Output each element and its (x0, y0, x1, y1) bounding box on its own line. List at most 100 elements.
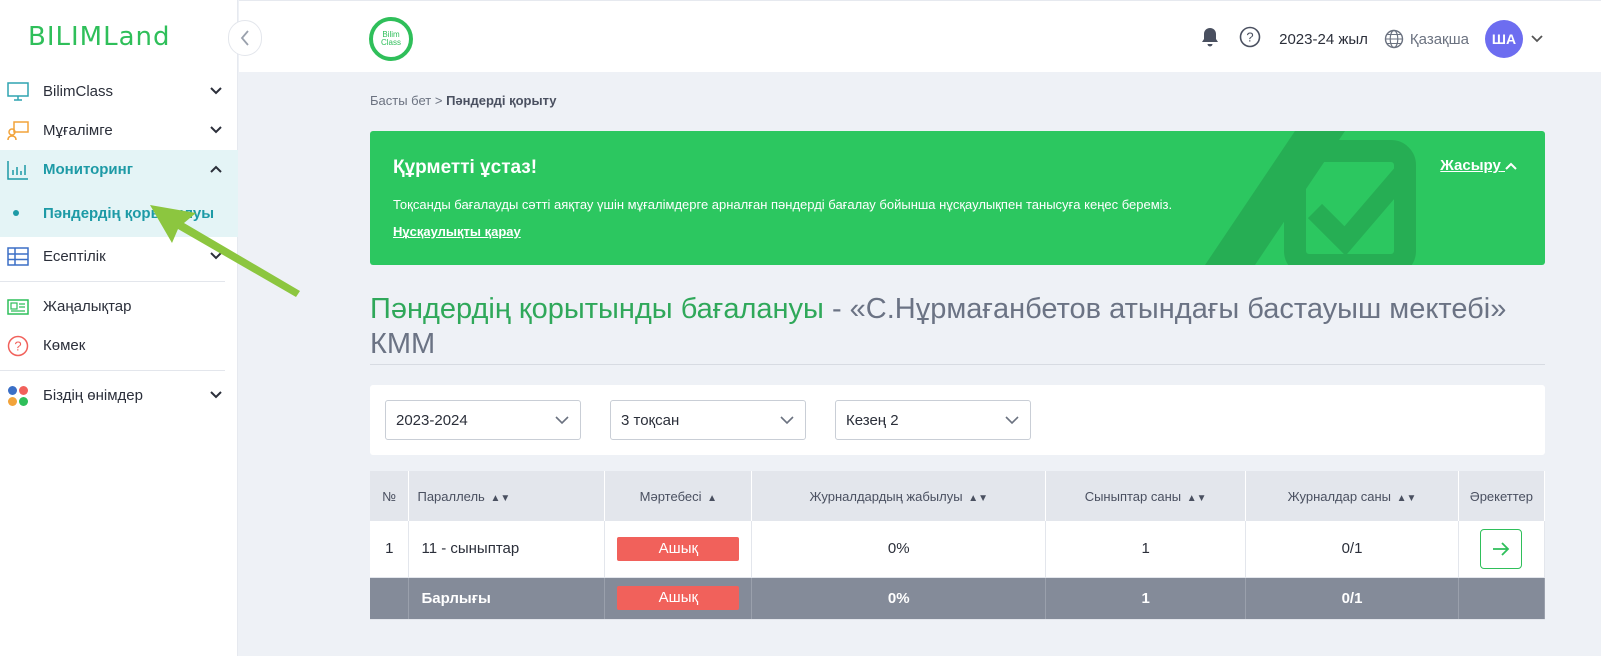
chevron-down-icon (1005, 416, 1019, 425)
breadcrumb-home[interactable]: Басты бет (370, 93, 431, 108)
page-title: Пәндердің қорытынды бағалануы - «С.Нұрма… (370, 292, 1545, 362)
cell-total-classes: 1 (1045, 577, 1247, 620)
banner-title: Құрметті ұстаз! (393, 157, 538, 178)
sort-icon: ▲▼ (1396, 492, 1417, 504)
col-number: № (370, 471, 410, 521)
sidebar-item-news[interactable]: Жаңалықтар (0, 287, 238, 326)
cell-empty (370, 577, 410, 620)
title-divider (370, 364, 1545, 365)
sidebar-item-help[interactable]: ? Көмек (0, 326, 238, 365)
cell-total-label: Барлығы (408, 577, 606, 620)
help-icon: ? (6, 334, 30, 358)
sidebar-item-monitoring[interactable]: Мониторинг (0, 150, 238, 189)
bell-icon[interactable] (1201, 27, 1223, 51)
col-journal-closing[interactable]: Журналдардың жабылуы ▲▼ (751, 471, 1047, 521)
sort-icon: ▲︎▼︎ (490, 492, 511, 504)
breadcrumb: Басты бет > Пәндерді қорыту (370, 93, 557, 108)
sort-asc-icon: ▲ (707, 492, 718, 504)
chevron-down-icon (210, 388, 222, 402)
products-icon (6, 384, 30, 408)
breadcrumb-current: Пәндерді қорыту (446, 93, 557, 108)
chevron-left-icon (240, 30, 249, 46)
status-badge: Ашық (617, 536, 740, 561)
col-parallel-label: Параллель (417, 488, 485, 504)
cell-journal-closing: 0% (751, 521, 1047, 578)
topbar: Bilim Class ? 2023-24 жыл Қазақша ША (239, 0, 1601, 72)
chevron-down-icon (780, 416, 794, 425)
language-label: Қазақша (1409, 30, 1469, 48)
col-journals-count[interactable]: Журналдар саны ▲▼ (1245, 471, 1459, 521)
avatar[interactable]: ША (1485, 20, 1523, 58)
chevron-down-icon (210, 249, 222, 263)
sort-icon: ▲▼ (1186, 492, 1207, 504)
news-icon (6, 295, 30, 319)
status-badge: Ашық (617, 586, 740, 610)
quarter-select-value: 3 тоқсан (621, 411, 680, 429)
sidebar-nav: BilimClass Мұғалімге Мониторинг Пәндерді… (0, 72, 238, 415)
language-switcher[interactable]: Қазақша (1384, 29, 1469, 49)
table-total-row: Барлығы Ашық 0% 1 0/1 (370, 577, 1546, 620)
col-actions: Әрекеттер (1458, 471, 1546, 521)
sidebar-item-label: Жаңалықтар (43, 298, 132, 315)
hide-banner-button[interactable]: Жасыру (1440, 157, 1517, 174)
topbar-actions: ? 2023-24 жыл Қазақша ША (1201, 19, 1543, 59)
view-guide-link[interactable]: Нұсқаулықты қарау (393, 224, 521, 239)
academic-year[interactable]: 2023-24 жыл (1279, 31, 1368, 48)
sidebar-divider (0, 281, 225, 282)
sort-icon: ▲▼ (968, 492, 988, 504)
cell-parallel: 11 - сыныптар (408, 521, 606, 578)
sidebar-item-label: BilimClass (43, 83, 114, 100)
sidebar-item-products[interactable]: Біздің өнімдер (0, 376, 238, 415)
sidebar-item-teacher[interactable]: Мұғалімге (0, 111, 238, 150)
year-select-value: 2023-2024 (396, 411, 468, 429)
arrow-right-icon (1493, 542, 1510, 556)
subjects-table: № Параллель ▲︎▼︎ Мәртебесі ▲ Журналдарды… (370, 471, 1546, 620)
col-classes-count[interactable]: Сыныптар саны ▲▼ (1045, 471, 1247, 521)
filters-panel: 2023-2024 3 тоқсан Кезең 2 (370, 385, 1545, 455)
chevron-down-icon[interactable] (1531, 32, 1543, 46)
monitor-icon (6, 80, 30, 104)
chevron-up-icon (1505, 162, 1517, 170)
chart-icon (6, 158, 30, 182)
col-parallel[interactable]: Параллель ▲︎▼︎ (408, 471, 606, 521)
cell-actions (1458, 521, 1546, 578)
sidebar-subitem-subjects-summary[interactable]: Пәндердің қорытылуы (0, 189, 238, 237)
info-banner: Құрметті ұстаз! Тоқсанды бағалауды сәтті… (370, 131, 1545, 265)
sidebar-item-label: Есептілік (43, 248, 106, 265)
cell-total-journals: 0/1 (1245, 577, 1459, 620)
sidebar-item-bilimclass[interactable]: BilimClass (0, 72, 238, 111)
sidebar-item-label: Мониторинг (43, 161, 133, 178)
svg-text:?: ? (14, 338, 21, 353)
sidebar-item-label: Көмек (43, 337, 86, 354)
banner-decoration (1205, 131, 1416, 265)
table-row: 1 11 - сыныптар Ашық 0% 1 0/1 (370, 521, 1546, 578)
quarter-select[interactable]: 3 тоқсан (610, 400, 806, 440)
banner-text: Тоқсанды бағалауды сәтті аяқтау үшін мұғ… (393, 197, 1173, 212)
cell-total-status: Ашық (604, 577, 753, 620)
col-journal-closing-label: Журналдардың жабылуы (809, 488, 963, 504)
chevron-down-icon (210, 84, 222, 98)
page-title-main: Пәндердің қорытынды бағалануы (370, 293, 824, 325)
chevron-down-icon (210, 123, 222, 137)
chevron-up-icon (210, 162, 222, 176)
sidebar-item-label: Біздің өнімдер (43, 387, 143, 404)
cell-number: 1 (370, 521, 410, 578)
period-select[interactable]: Кезең 2 (835, 400, 1031, 440)
bilimclass-logo-text: Bilim Class (380, 30, 401, 47)
globe-icon (1384, 29, 1404, 49)
chevron-down-icon (555, 416, 569, 425)
year-select[interactable]: 2023-2024 (385, 400, 581, 440)
svg-text:?: ? (1247, 30, 1254, 45)
period-select-value: Кезең 2 (846, 411, 899, 429)
open-row-button[interactable] (1480, 528, 1523, 569)
teacher-icon (6, 119, 30, 143)
bilimland-logo[interactable]: BILIMLand (28, 22, 171, 52)
sidebar-collapse-button[interactable] (228, 20, 262, 56)
sidebar-item-reports[interactable]: Есептілік (0, 237, 238, 276)
cell-classes-count: 1 (1045, 521, 1247, 578)
col-status-label: Мәртебесі (639, 488, 702, 504)
cell-status: Ашық (604, 521, 753, 578)
help-icon[interactable]: ? (1239, 26, 1261, 52)
bilimclass-logo[interactable]: Bilim Class (369, 17, 413, 61)
col-status[interactable]: Мәртебесі ▲ (604, 471, 753, 521)
